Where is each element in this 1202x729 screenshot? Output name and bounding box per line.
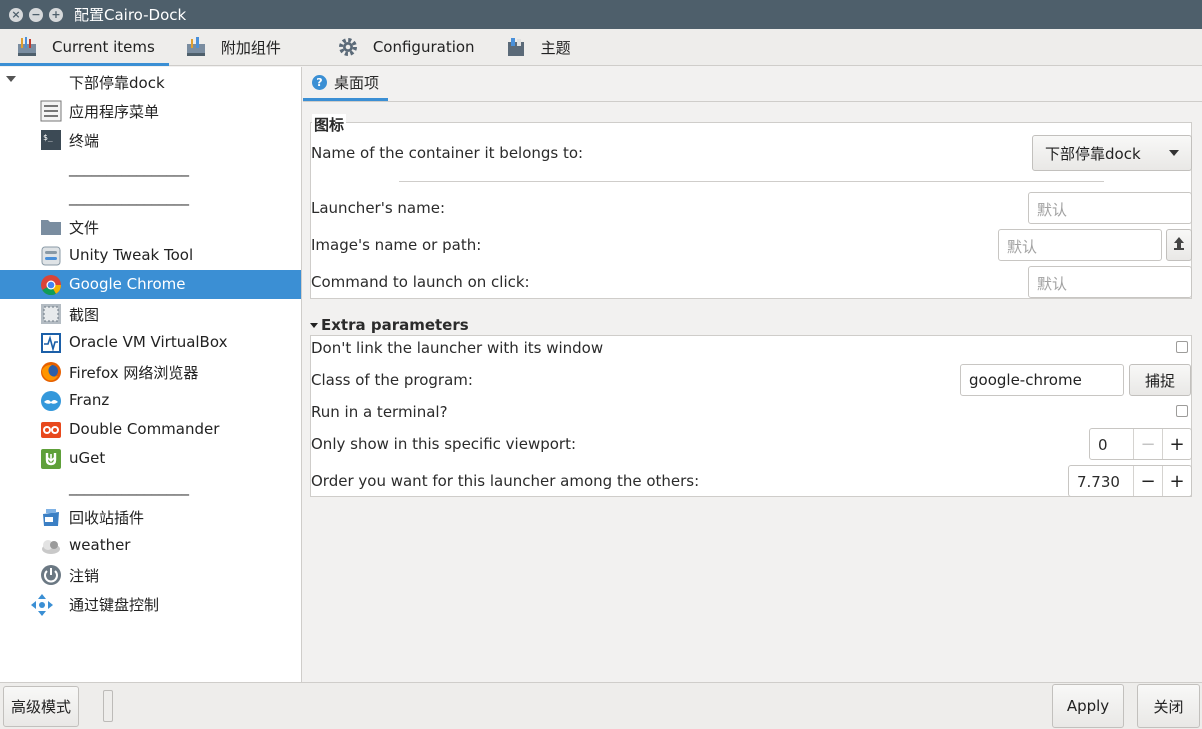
- viewport-decrement-button[interactable]: −: [1133, 429, 1162, 459]
- viewport-label: Only show in this specific viewport:: [311, 435, 577, 453]
- tree-item-logout[interactable]: 注销: [0, 560, 301, 589]
- tree-item-separator[interactable]: ________________: [0, 154, 301, 183]
- folder-icon: [40, 216, 62, 238]
- viewport-value[interactable]: 0: [1090, 429, 1133, 459]
- dont-link-checkbox[interactable]: [1176, 341, 1188, 353]
- svg-text:$_: $_: [43, 133, 53, 142]
- tree-item-weather[interactable]: weather: [0, 531, 301, 560]
- chrome-icon: [40, 274, 62, 296]
- viewport-increment-button[interactable]: +: [1162, 429, 1191, 459]
- virtualbox-icon: [40, 332, 62, 354]
- tab-addons[interactable]: 附加组件: [169, 29, 295, 65]
- order-decrement-button[interactable]: −: [1133, 466, 1162, 496]
- tree-item-franz[interactable]: Franz: [0, 386, 301, 415]
- class-label: Class of the program:: [311, 371, 473, 389]
- tab-current-items-label: Current items: [52, 38, 155, 56]
- grab-class-button[interactable]: 捕捉: [1129, 364, 1191, 396]
- viewport-spinner[interactable]: 0 − +: [1089, 428, 1192, 460]
- dropdown-arrow-icon: [1169, 150, 1179, 156]
- run-in-terminal-label: Run in a terminal?: [311, 403, 448, 421]
- extra-parameters-expander[interactable]: Extra parameters: [310, 316, 469, 334]
- container-dropdown[interactable]: 下部停靠dock: [1032, 135, 1192, 171]
- order-increment-button[interactable]: +: [1162, 466, 1191, 496]
- tab-current-items[interactable]: Current items: [0, 29, 169, 66]
- tree-item-separator[interactable]: ________________: [0, 183, 301, 212]
- tree-item-files[interactable]: 文件: [0, 212, 301, 241]
- command-input[interactable]: 默认: [1028, 266, 1192, 298]
- upload-image-button[interactable]: [1166, 229, 1192, 261]
- power-icon: [40, 564, 62, 586]
- firefox-icon: [40, 361, 62, 383]
- launcher-name-input[interactable]: 默认: [1028, 192, 1192, 224]
- current-items-icon: [16, 36, 38, 58]
- franz-icon: [40, 390, 62, 412]
- uget-icon: [40, 448, 62, 470]
- expander-arrow-icon: [310, 322, 318, 328]
- container-label: Name of the container it belongs to:: [311, 144, 584, 162]
- tree-root-bottom-dock[interactable]: 下部停靠dock: [0, 67, 301, 96]
- tab-themes[interactable]: 主题: [489, 29, 585, 65]
- advanced-mode-button[interactable]: 高级模式: [3, 686, 79, 727]
- launcher-name-label: Launcher's name:: [311, 199, 446, 217]
- tab-desktop-item[interactable]: ? 桌面项: [303, 67, 389, 101]
- tab-configuration[interactable]: Configuration: [321, 29, 489, 65]
- order-label: Order you want for this launcher among t…: [311, 472, 700, 490]
- addons-icon: [185, 36, 207, 58]
- tab-themes-label: 主题: [540, 38, 571, 57]
- gear-icon: [337, 36, 359, 58]
- close-window-icon[interactable]: ×: [9, 7, 23, 22]
- tree-item-double-commander[interactable]: Double Commander: [0, 415, 301, 444]
- tree-item-uget[interactable]: uGet: [0, 444, 301, 473]
- main-toolbar: Current items 附加组件 Configuration 主题: [0, 29, 1202, 66]
- title-bar: × − + 配置Cairo-Dock: [0, 0, 1202, 29]
- tree-item-unity-tweak-tool[interactable]: Unity Tweak Tool: [0, 241, 301, 270]
- tree-item-firefox[interactable]: Firefox 网络浏览器: [0, 357, 301, 386]
- tab-addons-label: 附加组件: [220, 38, 281, 57]
- double-commander-icon: [40, 419, 62, 441]
- maximize-window-icon[interactable]: +: [49, 7, 63, 22]
- command-label: Command to launch on click:: [311, 273, 530, 291]
- extra-parameters-title: Extra parameters: [321, 316, 469, 334]
- tree-item-google-chrome[interactable]: Google Chrome: [0, 270, 301, 299]
- order-value[interactable]: 7.730: [1069, 466, 1133, 496]
- upload-arrow-icon: [1173, 236, 1185, 254]
- tree-item-screenshot[interactable]: 截图: [0, 299, 301, 328]
- unity-tweak-icon: [40, 245, 62, 267]
- terminal-icon: $_: [40, 129, 62, 151]
- section-divider: [399, 181, 1104, 182]
- tree-item-keyboard-control[interactable]: 通过键盘控制: [0, 589, 301, 618]
- settings-panel: ? 桌面项 图标 Name of the container it belong…: [303, 67, 1202, 682]
- expand-arrow-icon[interactable]: [6, 76, 16, 82]
- tree-item-trash[interactable]: 回收站插件: [0, 502, 301, 531]
- close-button[interactable]: 关闭: [1137, 684, 1200, 728]
- image-path-input[interactable]: 默认: [998, 229, 1162, 261]
- trash-icon: [40, 506, 62, 528]
- apply-button[interactable]: Apply: [1052, 684, 1124, 728]
- tree-item-separator[interactable]: ________________: [0, 473, 301, 502]
- help-icon: ?: [312, 75, 327, 90]
- image-path-label: Image's name or path:: [311, 236, 482, 254]
- applications-menu-icon: [40, 100, 62, 122]
- dont-link-label: Don't link the launcher with its window: [311, 339, 604, 357]
- bottom-bar: 高级模式 Apply 关闭: [0, 682, 1202, 729]
- tree-item-applications-menu[interactable]: 应用程序菜单: [0, 96, 301, 125]
- class-input[interactable]: google-chrome: [960, 364, 1124, 396]
- window-title: 配置Cairo-Dock: [74, 6, 187, 24]
- tree-item-terminal[interactable]: $_ 终端: [0, 125, 301, 154]
- status-indicator: [103, 690, 113, 722]
- run-in-terminal-checkbox[interactable]: [1176, 405, 1188, 417]
- minimize-window-icon[interactable]: −: [29, 7, 43, 22]
- tree-item-virtualbox[interactable]: Oracle VM VirtualBox: [0, 328, 301, 357]
- screenshot-icon: [40, 303, 62, 325]
- themes-icon: [505, 36, 527, 58]
- keyboard-control-icon: [30, 593, 53, 616]
- items-tree: 下部停靠dock 应用程序菜单 $_ 终端 ________________ _…: [0, 67, 302, 682]
- order-spinner[interactable]: 7.730 − +: [1068, 465, 1192, 497]
- weather-icon: [40, 535, 62, 557]
- tab-configuration-label: Configuration: [372, 38, 475, 56]
- icon-section-title: 图标: [312, 114, 347, 135]
- tab-divider: [303, 101, 1202, 102]
